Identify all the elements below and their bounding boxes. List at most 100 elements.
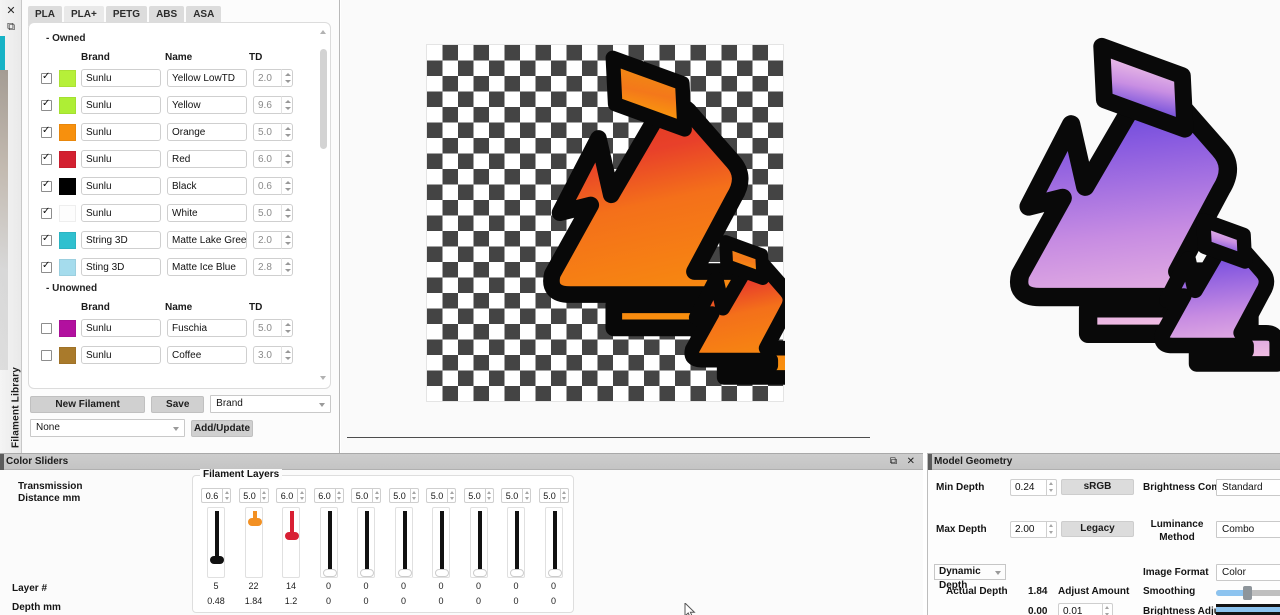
layer-value-stepper-buttons[interactable] [222,488,231,503]
filament-checkbox[interactable] [41,179,52,192]
layer-value-input[interactable]: 5.0 [388,488,410,503]
td-stepper-buttons[interactable] [281,123,293,141]
filament-color-swatch[interactable] [59,258,76,276]
filament-checkbox[interactable] [41,206,52,219]
filament-name-input[interactable]: Coffee [167,346,247,364]
layer-slider-knob[interactable] [397,569,412,577]
layer-value-stepper-buttons[interactable] [297,488,306,503]
max-depth-input[interactable]: 2.00 [1010,521,1046,538]
legacy-button[interactable]: Legacy [1061,521,1134,537]
layer-value-stepper-buttons[interactable] [484,488,494,503]
layer-value-input[interactable]: 0.6 [201,488,222,503]
filament-brand-input[interactable]: Sting 3D [81,258,161,276]
layer-value-input[interactable]: 6.0 [276,488,297,503]
filament-brand-input[interactable]: Sunlu [81,319,161,337]
filament-name-input[interactable]: Yellow LowTD [167,69,247,87]
layer-value-input[interactable]: 6.0 [313,488,335,503]
min-depth-input[interactable]: 0.24 [1010,479,1046,496]
save-button[interactable]: Save [151,395,205,413]
filament-checkbox[interactable] [41,152,52,165]
layer-slider-knob[interactable] [247,517,262,526]
filament-td-input[interactable]: 2.8 [253,258,281,276]
layer-slider[interactable] [394,507,413,578]
filament-checkbox[interactable] [41,322,52,334]
filament-name-input[interactable]: Black [167,177,247,195]
filament-td-input[interactable]: 5.0 [253,204,281,222]
td-stepper-buttons[interactable] [281,231,293,249]
layer-value-input[interactable]: 5.0 [238,488,260,503]
filament-list-scrollbar[interactable] [319,27,328,384]
layer-value-input[interactable]: 5.0 [426,488,447,503]
layer-slider-knob[interactable] [472,569,487,577]
layer-value-input[interactable]: 5.0 [501,488,522,503]
filament-td-input[interactable]: 9.6 [253,96,281,114]
brand-select[interactable]: Brand [210,395,331,413]
filament-color-swatch[interactable] [59,204,76,222]
td-stepper-buttons[interactable] [281,346,293,364]
filament-color-swatch[interactable] [59,96,76,114]
new-filament-button[interactable]: New Filament [30,395,146,413]
filament-checkbox[interactable] [41,98,52,111]
td-stepper-buttons[interactable] [281,177,293,195]
filament-color-swatch[interactable] [59,69,76,87]
layer-slider-knob[interactable] [435,569,449,577]
layer-value-input[interactable]: 5.0 [351,488,372,503]
filament-color-swatch[interactable] [59,346,76,364]
filament-brand-input[interactable]: Sunlu [81,150,161,168]
layer-slider-knob[interactable] [285,531,299,540]
layer-value-stepper-buttons[interactable] [372,488,381,503]
filament-td-input[interactable]: 2.0 [253,69,281,87]
layer-value-stepper-buttons[interactable] [409,488,419,503]
layer-value-stepper-buttons[interactable] [522,488,531,503]
scroll-down-icon[interactable] [320,375,327,382]
td-stepper-buttons[interactable] [281,69,293,87]
filament-td-input[interactable]: 0.6 [253,177,281,195]
layer-slider[interactable] [244,507,263,578]
td-stepper-buttons[interactable] [281,258,293,276]
filament-name-input[interactable]: Matte Lake Green [167,231,247,249]
filament-td-input[interactable]: 3.0 [253,346,281,364]
filament-brand-input[interactable]: Sunlu [81,177,161,195]
scroll-up-icon[interactable] [320,29,327,36]
add-update-button[interactable]: Add/Update [191,419,253,437]
layer-slider-knob[interactable] [322,569,337,577]
layer-slider-knob[interactable] [510,569,524,577]
filament-td-input[interactable]: 2.0 [253,231,281,249]
filament-brand-input[interactable]: String 3D [81,231,161,249]
close-icon[interactable]: ✕ [0,4,22,18]
smoothing-slider[interactable] [1216,586,1280,600]
source-image-canvas[interactable] [426,44,785,402]
layer-slider-knob[interactable] [547,569,562,577]
layer-slider-knob[interactable] [360,569,374,577]
layer-slider[interactable] [357,507,375,578]
luminance-method-select[interactable]: Combo [1216,521,1280,538]
layer-slider[interactable] [207,507,225,578]
filament-brand-input[interactable]: Sunlu [81,123,161,141]
layer-slider[interactable] [507,507,525,578]
layer-value-input[interactable]: 5.0 [538,488,560,503]
srgb-button[interactable]: sRGB [1061,479,1134,495]
layer-value-stepper-buttons[interactable] [559,488,569,503]
layer-slider[interactable] [469,507,488,578]
brightness-comp-select[interactable]: Standard [1216,479,1280,496]
filament-brand-input[interactable]: Sunlu [81,69,161,87]
filament-checkbox[interactable] [41,260,52,273]
filament-color-swatch[interactable] [59,123,76,141]
filament-color-swatch[interactable] [59,150,76,168]
filament-brand-input[interactable]: Sunlu [81,96,161,114]
filament-name-input[interactable]: Fuschia [167,319,247,337]
layer-slider[interactable] [432,507,450,578]
adjust-amount-stepper[interactable] [1102,603,1113,615]
filament-checkbox[interactable] [41,125,52,138]
filament-td-input[interactable]: 6.0 [253,150,281,168]
filament-brand-input[interactable]: Sunlu [81,346,161,364]
filament-name-input[interactable]: Orange [167,123,247,141]
layer-slider[interactable] [544,507,563,578]
filament-color-swatch[interactable] [59,177,76,195]
float-icon[interactable]: ⧉ [0,20,22,34]
filament-checkbox[interactable] [41,71,52,84]
smoothing-slider-knob[interactable] [1243,586,1252,600]
layer-slider[interactable] [319,507,338,578]
dynamic-depth-dropdown[interactable]: Dynamic Depth [934,564,1006,591]
brightness-adjust-gradient-slider[interactable] [1216,604,1280,615]
